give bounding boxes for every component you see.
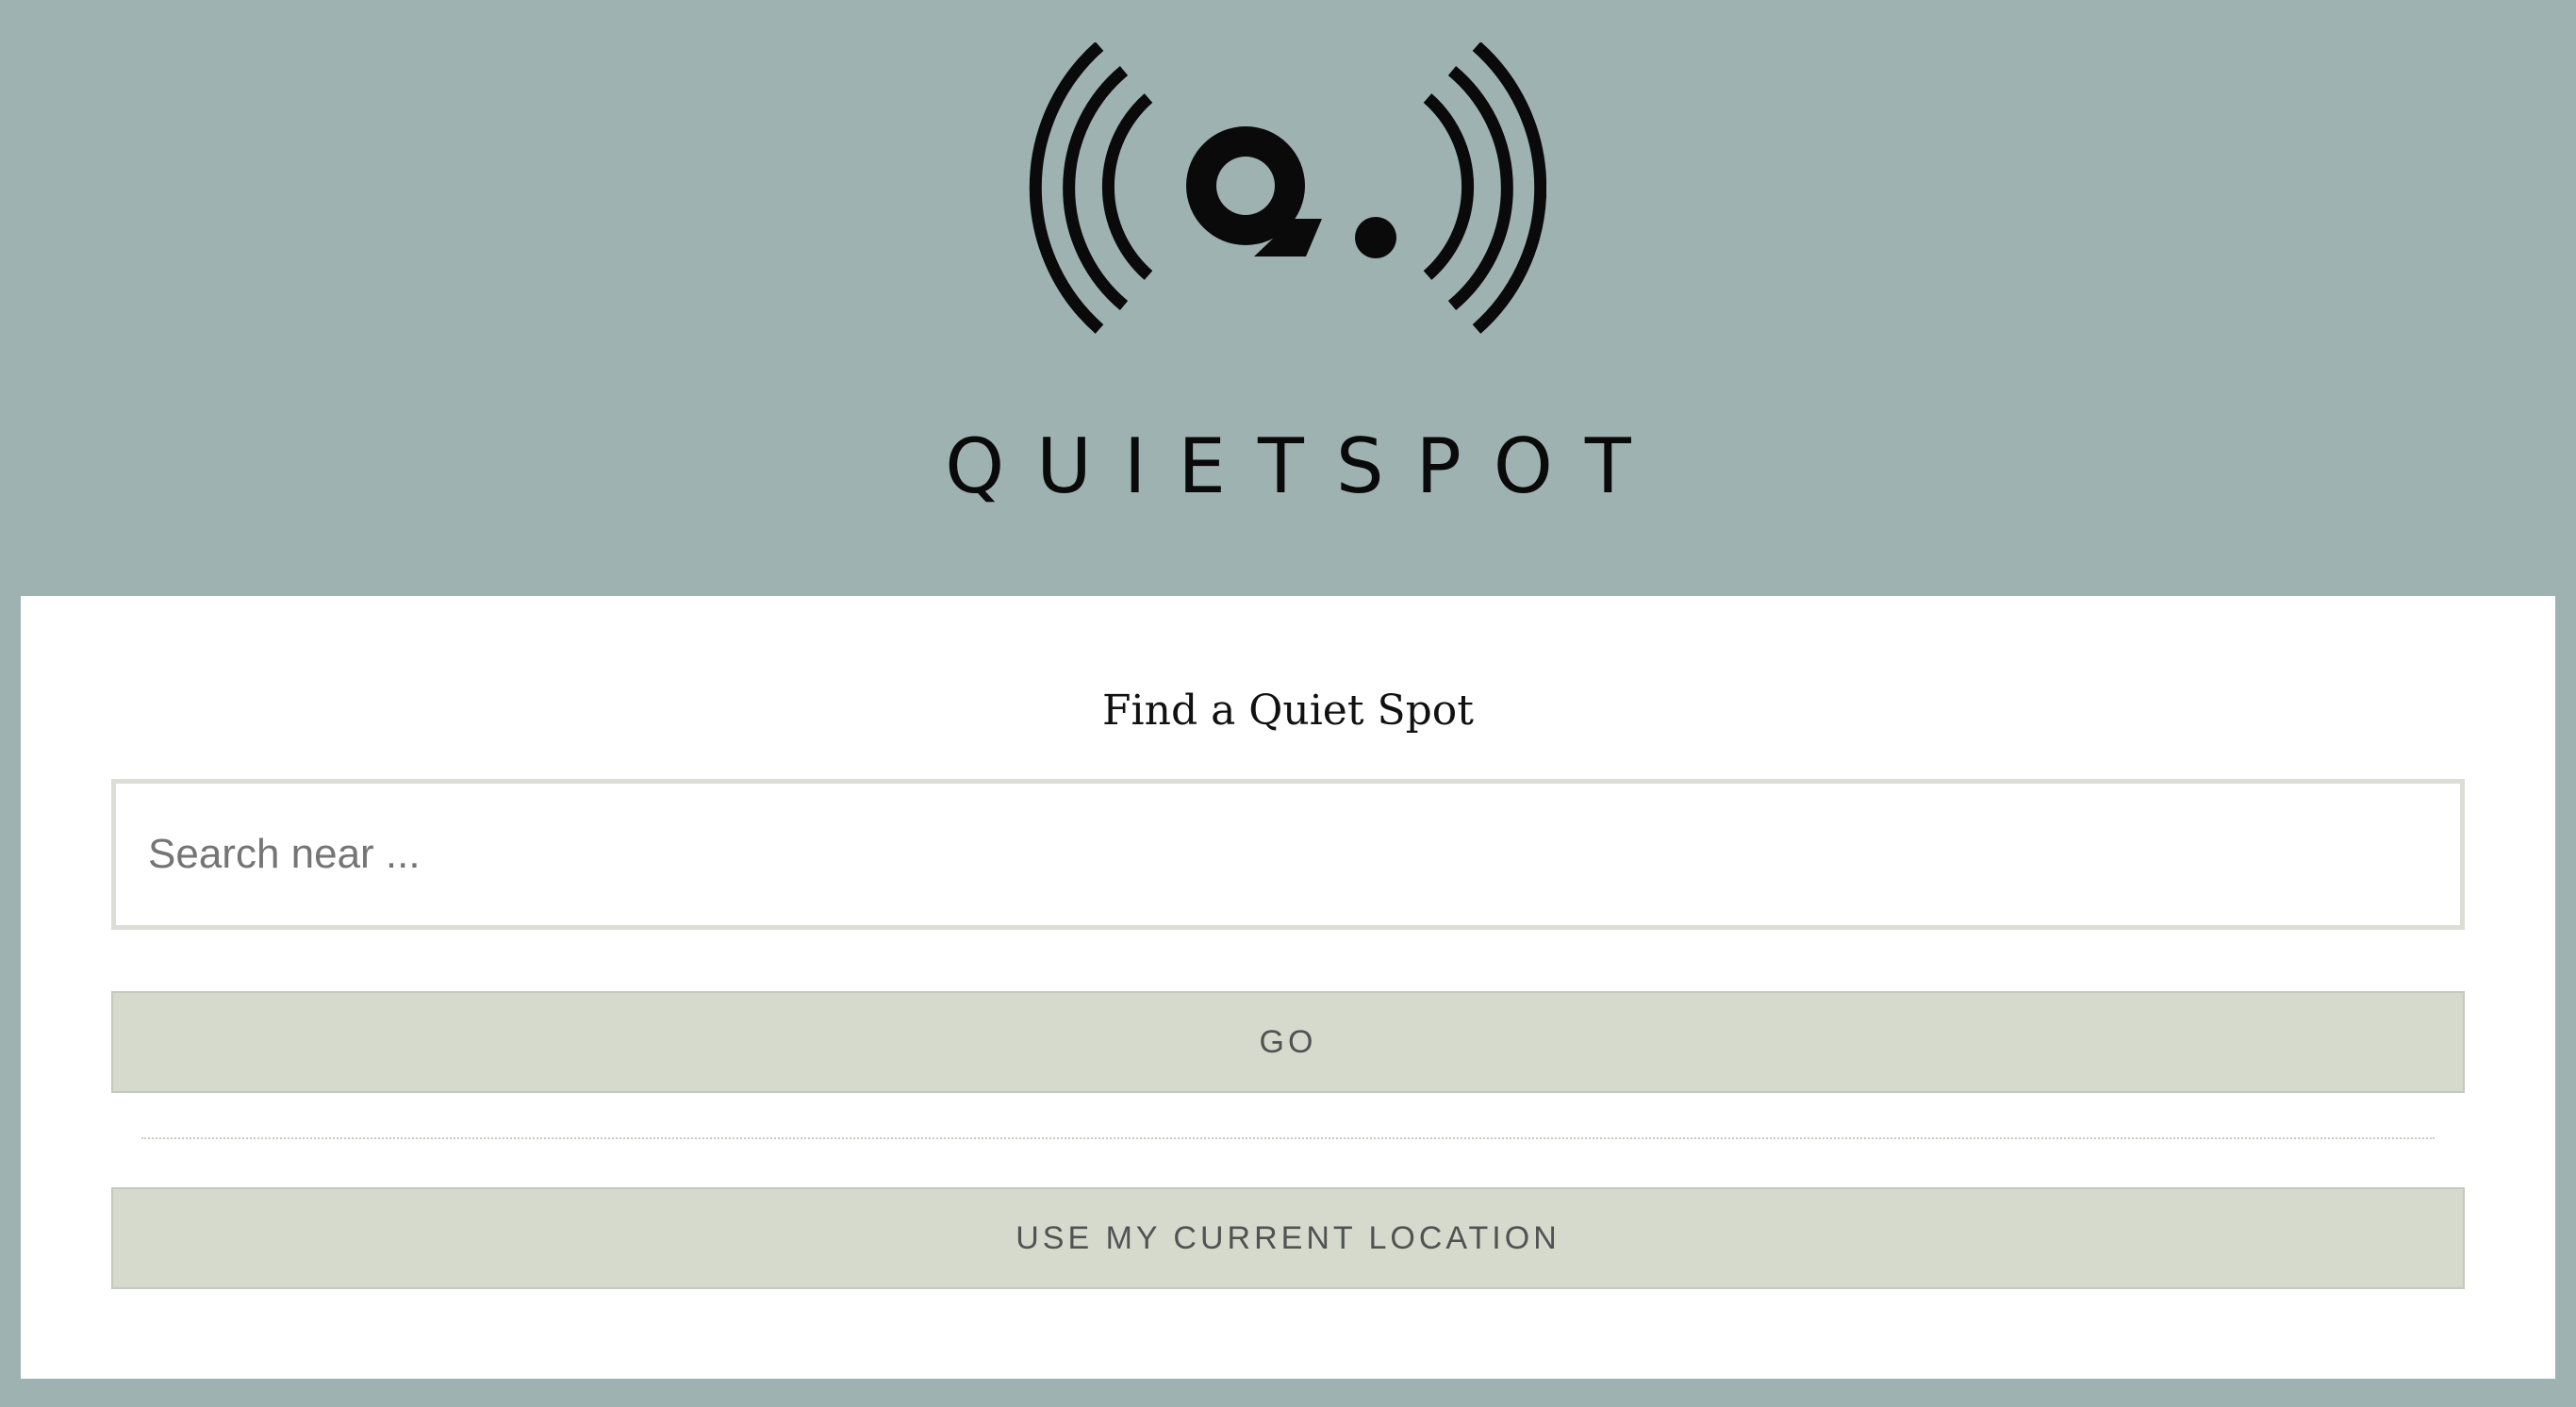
search-card-title: Find a Quiet Spot [1102, 687, 1474, 735]
broadcast-q-logo-icon [1029, 42, 1546, 334]
divider [141, 1137, 2435, 1139]
search-card: Find a Quiet Spot GO USE MY CURRENT LOCA… [21, 596, 2555, 1379]
use-current-location-button[interactable]: USE MY CURRENT LOCATION [111, 1187, 2465, 1289]
header: QUIETSPOT [0, 0, 2576, 596]
search-input[interactable] [111, 779, 2465, 930]
brand-wordmark: QUIETSPOT [945, 422, 1663, 510]
go-button[interactable]: GO [111, 991, 2465, 1093]
